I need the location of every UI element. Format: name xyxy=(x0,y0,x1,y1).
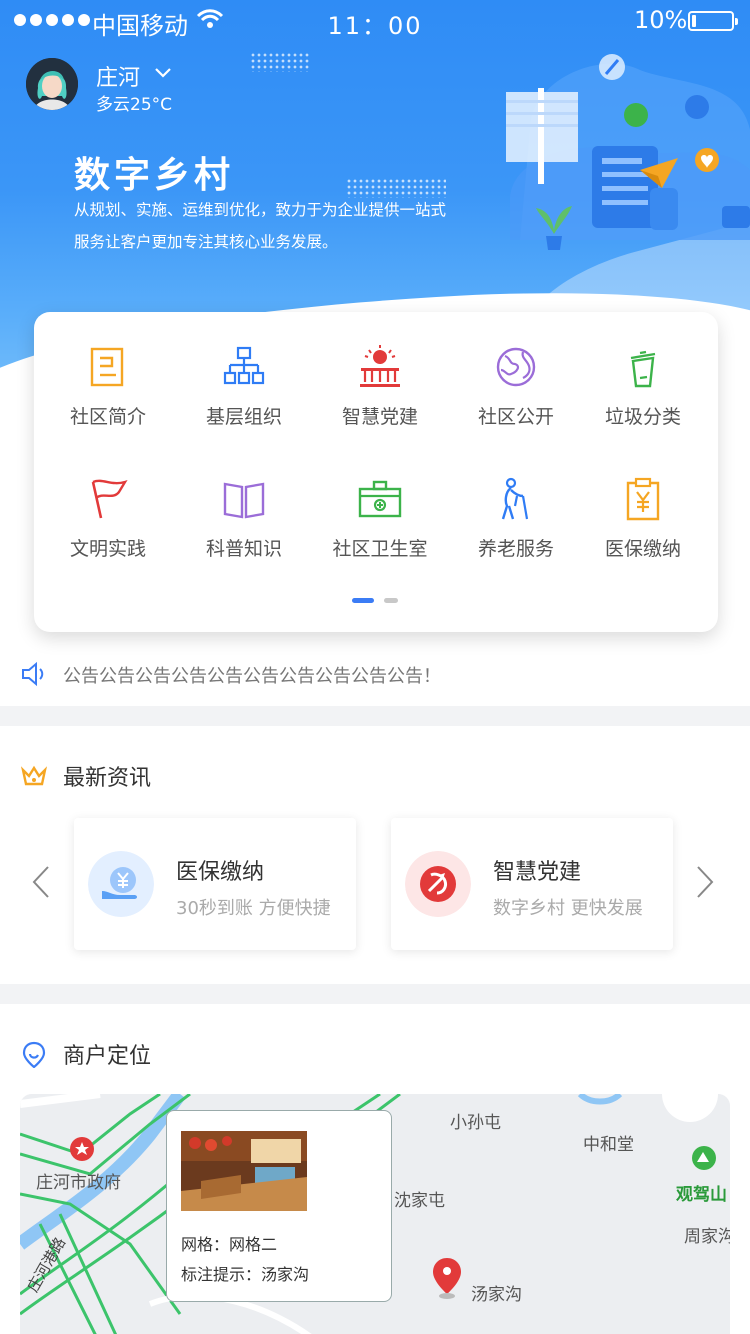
news-card-subtitle: 数字乡村 更快发展 xyxy=(493,898,643,919)
pager-dot[interactable] xyxy=(384,598,398,603)
yuan-hand-icon xyxy=(88,851,154,917)
menu-item-grassroots-org[interactable]: 基层组织 xyxy=(176,344,312,444)
avatar[interactable] xyxy=(26,58,78,110)
news-card-title: 医保缴纳 xyxy=(176,860,265,885)
flag-icon xyxy=(91,479,128,519)
payment-clipboard-icon xyxy=(626,477,660,521)
news-card-title: 智慧党建 xyxy=(493,860,582,885)
party-emblem-icon xyxy=(405,851,471,917)
chevron-left-icon[interactable] xyxy=(30,864,52,900)
menu-item-label: 社区卫生室 xyxy=(332,538,428,560)
notice-text[interactable]: 公告公告公告公告公告公告公告公告公告公告！ xyxy=(63,662,441,688)
menu-item-science-knowledge[interactable]: 科普知识 xyxy=(176,476,312,576)
crown-icon xyxy=(20,765,48,786)
merchant-photo xyxy=(181,1131,307,1211)
battery-level-fill xyxy=(692,15,696,27)
status-bar: 中国移动 11：00 10% xyxy=(0,0,750,40)
location-pin-icon xyxy=(22,1041,46,1068)
globe-icon xyxy=(496,347,536,387)
news-card-smart-party[interactable]: 智慧党建 数字乡村 更快发展 xyxy=(391,818,673,950)
book-icon xyxy=(223,482,265,519)
merchant-popup[interactable]: 网格：网格二 标注提示：汤家沟 xyxy=(166,1110,392,1302)
party-building-icon xyxy=(360,345,400,387)
menu-item-medical-insurance[interactable]: 医保缴纳 xyxy=(575,476,711,576)
news-card-medical-insurance[interactable]: 医保缴纳 30秒到账 方便快捷 xyxy=(74,818,356,950)
service-menu-card: 社区简介 基层组织 智慧党建 社区公开 垃圾分类 文明实践 科普知识 社区卫生室… xyxy=(34,312,718,632)
map-label-xiaosuntun: 小孙屯 xyxy=(450,1113,501,1133)
merchant-map[interactable]: 庄河市政府 小孙屯 中和堂 观驾山 沈家屯 周家沟 汤家沟 庄河港路 网格：网格… xyxy=(20,1094,730,1334)
chevron-right-icon[interactable] xyxy=(694,864,716,900)
map-label-guanjiashan: 观驾山 xyxy=(676,1185,727,1205)
news-title: 最新资讯 xyxy=(63,766,152,791)
pager-dot-active[interactable] xyxy=(352,598,374,603)
map-label-zhoujia: 周家沟 xyxy=(684,1227,730,1247)
section-divider xyxy=(0,984,750,1004)
map-label-tangjiagou: 汤家沟 xyxy=(471,1285,522,1305)
elderly-icon xyxy=(501,477,529,520)
menu-item-label: 医保缴纳 xyxy=(604,538,681,560)
menu-item-label: 养老服务 xyxy=(477,538,554,560)
news-card-subtitle: 30秒到账 方便快捷 xyxy=(176,898,331,919)
battery-percent: 10% xyxy=(634,6,688,34)
document-icon xyxy=(90,347,124,387)
notice-bar[interactable]: 公告公告公告公告公告公告公告公告公告公告！ xyxy=(20,658,730,692)
speaker-icon xyxy=(22,661,44,687)
menu-item-label: 基层组织 xyxy=(205,406,282,428)
menu-item-label: 社区简介 xyxy=(69,406,146,428)
home-page: 中国移动 11：00 10% 庄河 多云25°C 数字乡村 从规划、实施、运维到… xyxy=(0,0,750,1334)
location-title: 商户定位 xyxy=(63,1044,152,1069)
menu-item-elderly-service[interactable]: 养老服务 xyxy=(448,476,584,576)
org-chart-icon xyxy=(223,346,265,385)
popup-grid: 网格：网格二 xyxy=(181,1235,278,1254)
map-label-zhonghetang: 中和堂 xyxy=(583,1135,634,1155)
menu-item-health-room[interactable]: 社区卫生室 xyxy=(312,476,448,576)
office-illustration-icon xyxy=(506,54,750,250)
chevron-down-icon[interactable] xyxy=(152,62,174,82)
menu-item-community-intro[interactable]: 社区简介 xyxy=(40,344,176,444)
section-divider xyxy=(0,706,750,726)
menu-pager[interactable] xyxy=(352,598,398,603)
map-label-gov: 庄河市政府 xyxy=(36,1173,121,1193)
battery-icon xyxy=(688,11,738,31)
menu-item-civilization-practice[interactable]: 文明实践 xyxy=(40,476,176,576)
hero-title: 数字乡村 xyxy=(74,155,235,196)
dots-decoration xyxy=(250,52,310,72)
trash-bin-icon xyxy=(630,350,656,388)
menu-item-label: 智慧党建 xyxy=(341,406,418,428)
user-name[interactable]: 庄河 xyxy=(96,60,140,92)
menu-item-label: 文明实践 xyxy=(69,538,146,560)
menu-item-garbage-sorting[interactable]: 垃圾分类 xyxy=(575,344,711,444)
menu-item-community-public[interactable]: 社区公开 xyxy=(448,344,584,444)
menu-item-label: 社区公开 xyxy=(477,406,554,428)
menu-item-smart-party[interactable]: 智慧党建 xyxy=(312,344,448,444)
map-label-shenjiatun: 沈家屯 xyxy=(394,1191,445,1211)
popup-hint: 标注提示：汤家沟 xyxy=(181,1265,310,1284)
medical-kit-icon xyxy=(358,480,402,518)
hero-description: 从规划、实施、运维到优化，致力于为企业提供一站式服务让客户更加专注其核心业务发展… xyxy=(74,201,447,251)
menu-item-label: 垃圾分类 xyxy=(604,406,681,428)
weather-text: 多云25°C xyxy=(96,95,173,115)
menu-item-label: 科普知识 xyxy=(205,538,282,560)
